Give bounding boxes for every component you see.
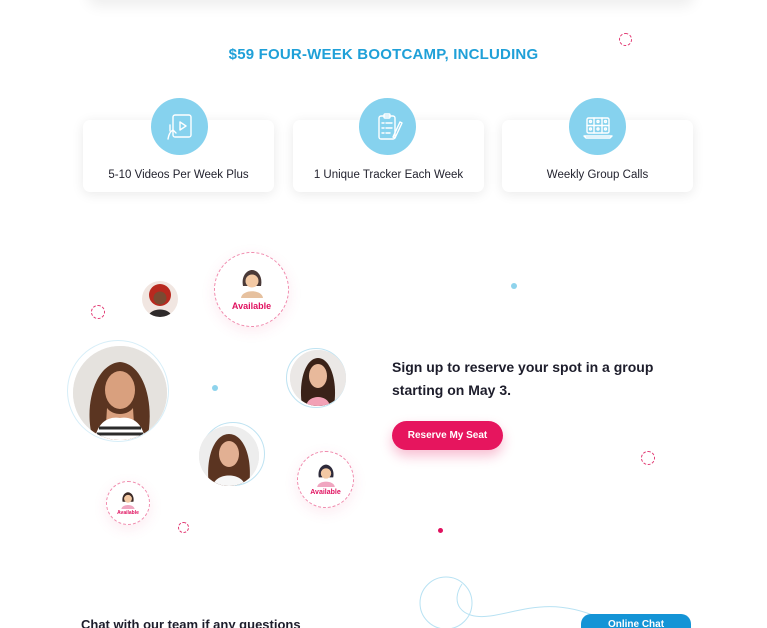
bootcamp-heading: $59 FOUR-WEEK BOOTCAMP, INCLUDING [228, 46, 539, 63]
female-avatar-icon [121, 491, 135, 509]
decor-ring [619, 33, 632, 46]
member-avatar [290, 350, 346, 406]
decor-dot [212, 385, 218, 391]
feature-label: 5-10 Videos Per Week Plus [108, 169, 249, 181]
video-tablet-icon [151, 98, 208, 155]
available-label: Available [310, 489, 341, 496]
available-bubble: Available [214, 252, 289, 327]
available-label: Available [117, 509, 139, 516]
available-bubble: Available [106, 481, 150, 525]
available-bubble: Available [297, 451, 354, 508]
feature-label: Weekly Group Calls [546, 169, 649, 181]
reserve-seat-button[interactable]: Reserve My Seat [392, 421, 503, 450]
decor-dot [438, 528, 443, 533]
female-avatar-icon [316, 464, 335, 487]
signup-text: Sign up to reserve your spot in a group … [392, 359, 654, 398]
decor-dot [511, 283, 517, 289]
member-avatar [142, 281, 178, 317]
chat-prompt-text: Chat with our team if any questions [81, 617, 301, 628]
feature-label: 1 Unique Tracker Each Week [313, 169, 464, 181]
female-avatar-icon [240, 270, 263, 298]
video-conference-laptop-icon [569, 98, 626, 155]
decor-wave [419, 576, 601, 628]
decor-ring [178, 522, 189, 533]
decor-ring [641, 451, 655, 465]
member-avatar [199, 426, 259, 486]
member-avatar [73, 346, 167, 440]
decor-ring [91, 305, 105, 319]
checklist-clipboard-icon [359, 98, 416, 155]
online-chat-button[interactable]: Online Chat [581, 614, 691, 628]
available-label: Available [231, 301, 272, 311]
